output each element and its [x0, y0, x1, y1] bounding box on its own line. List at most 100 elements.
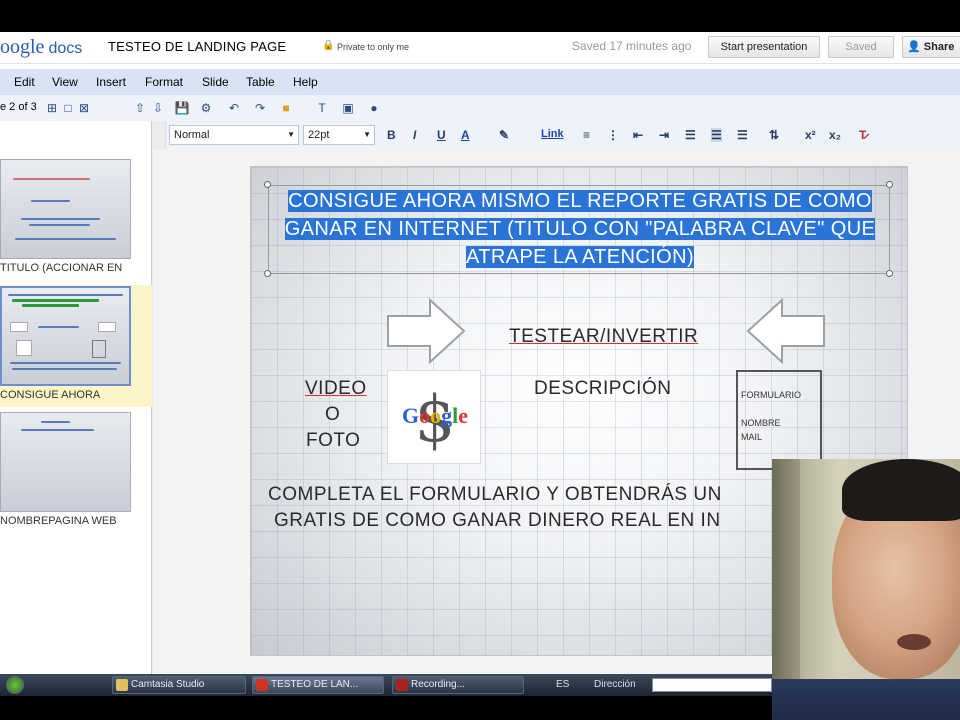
saved-status: Saved 17 minutes ago — [572, 39, 692, 53]
share-user-icon: 👤 — [907, 41, 921, 53]
testear-invertir-text[interactable]: TESTEAR/INVERTIR — [509, 326, 698, 348]
descripcion-text[interactable]: DESCRIPCIÓN — [534, 378, 671, 400]
underline-icon[interactable]: U — [437, 128, 446, 142]
form-nombre-label: NOMBRE — [741, 418, 781, 428]
logo-google-text: oogle — [0, 36, 45, 58]
slide-thumbnail-panel: TITULO (ACCIONAR EN CONSIGUE AHORA NOMBR… — [0, 121, 152, 696]
language-indicator[interactable]: ES — [556, 679, 569, 690]
share-label: Share — [923, 41, 955, 53]
font-size-value: 22pt — [308, 129, 330, 141]
webcam-person-shirt — [772, 679, 960, 720]
thumbnail-preview — [0, 159, 131, 259]
print-icon[interactable]: ⚙ — [198, 100, 214, 116]
increase-indent-icon[interactable]: ⇥ — [659, 128, 669, 142]
save-icon[interactable]: 💾 — [174, 100, 190, 116]
menu-view[interactable]: View — [52, 75, 78, 89]
move-up-icon[interactable]: ⇧ — [132, 100, 148, 116]
menu-slide[interactable]: Slide — [202, 75, 229, 89]
logo-docs-text: docs — [48, 40, 83, 57]
form-mail-label: MAIL — [741, 432, 763, 442]
taskbar-recording-label: Recording... — [411, 679, 465, 690]
webcam-person-hair — [842, 459, 960, 521]
italic-icon[interactable]: I — [413, 128, 416, 142]
saved-button[interactable]: Saved — [828, 36, 894, 58]
taskbar-testeo-label: TESTEO DE LAN... — [271, 679, 359, 690]
foto-text[interactable]: FOTO — [306, 430, 360, 452]
decrease-indent-icon[interactable]: ⇤ — [633, 128, 643, 142]
delete-slide-icon[interactable]: ⊠ — [76, 100, 92, 116]
menu-bar: Edit View Insert Format Slide Table Help — [0, 69, 960, 95]
share-button[interactable]: 👤 Share — [902, 36, 960, 58]
clear-format-icon[interactable]: T̷ — [859, 128, 866, 142]
bold-icon[interactable]: B — [387, 128, 396, 142]
webcam-person-mouth — [897, 634, 931, 650]
theme-icon[interactable]: ■ — [278, 100, 294, 116]
thumbnail-preview — [0, 412, 131, 512]
text-color-icon[interactable]: A — [461, 128, 470, 142]
resize-handle[interactable] — [264, 181, 271, 188]
add-slide-icon[interactable]: ⊞ — [44, 100, 60, 116]
menu-format[interactable]: Format — [145, 75, 183, 89]
format-toolbar: Normal ▼ 22pt ▼ B I U A ✎ Link ≡ ⋮ ⇤ ⇥ ☰ ☰… — [165, 121, 960, 149]
slide-toolbar: e 2 of 3 ⊞ □ ⊠ ⇧ ⇩ 💾 ⚙ ↶ ↷ ■ T ▣ ● — [0, 95, 960, 121]
highlight-icon[interactable]: ✎ — [499, 128, 509, 142]
duplicate-slide-icon[interactable]: □ — [60, 100, 76, 116]
align-right-icon[interactable]: ☰ — [737, 128, 748, 142]
menu-help[interactable]: Help — [293, 75, 318, 89]
thumbnail-label: TITULO (ACCIONAR EN — [0, 262, 123, 274]
slide-title[interactable]: CONSIGUE AHORA MISMO EL REPORTE GRATIS D… — [272, 187, 888, 271]
insert-image-icon[interactable]: ▣ — [340, 100, 356, 116]
resize-handle[interactable] — [264, 270, 271, 277]
right-arrow-shape[interactable] — [386, 298, 466, 364]
menu-edit[interactable]: Edit — [14, 75, 35, 89]
menu-table[interactable]: Table — [246, 75, 275, 89]
google-docs-logo[interactable]: oogle docs — [0, 36, 82, 59]
privacy-label[interactable]: Private to only me — [337, 42, 409, 52]
align-center-icon[interactable]: ☰ — [711, 128, 722, 142]
form-title: FORMULARIO — [741, 390, 802, 400]
chevron-down-icon: ▼ — [287, 130, 295, 139]
chevron-down-icon: ▼ — [363, 130, 371, 139]
slide-title-selected-text: CONSIGUE AHORA MISMO EL REPORTE GRATIS D… — [284, 190, 876, 268]
browser-icon — [256, 679, 268, 691]
start-presentation-button[interactable]: Start presentation — [708, 36, 820, 58]
resize-handle[interactable] — [886, 270, 893, 277]
slide-counter: e 2 of 3 — [0, 101, 37, 113]
line-spacing-icon[interactable]: ⇅ — [769, 128, 779, 142]
paragraph-style-select[interactable]: Normal ▼ — [169, 125, 299, 145]
o-text[interactable]: O — [325, 404, 340, 426]
align-left-icon[interactable]: ☰ — [685, 128, 696, 142]
taskbar-camtasia-label: Camtasia Studio — [131, 679, 205, 690]
taskbar-testeo[interactable]: TESTEO DE LAN... — [252, 676, 384, 694]
start-button[interactable] — [6, 676, 24, 694]
numbered-list-icon[interactable]: ≡ — [583, 128, 590, 142]
undo-icon[interactable]: ↶ — [226, 100, 242, 116]
google-dollar-image[interactable]: $ Google — [387, 370, 481, 464]
docs-header: oogle docs TESTEO DE LANDING PAGE 🔒 Priva… — [0, 32, 960, 64]
video-text[interactable]: VIDEO — [305, 378, 367, 400]
superscript-icon[interactable]: x² — [805, 128, 816, 142]
text-box-icon[interactable]: T — [314, 100, 330, 116]
address-toolbar[interactable]: Dirección — [594, 679, 636, 690]
thumbnail-preview — [0, 286, 131, 386]
bulleted-list-icon[interactable]: ⋮ — [607, 128, 619, 142]
folder-icon — [116, 679, 128, 691]
taskbar-recording[interactable]: Recording... — [392, 676, 524, 694]
google-dollar-logo-icon: $ Google — [402, 383, 468, 457]
link-button[interactable]: Link — [541, 128, 564, 140]
left-arrow-shape[interactable] — [746, 298, 826, 364]
redo-icon[interactable]: ↷ — [252, 100, 268, 116]
menu-insert[interactable]: Insert — [96, 75, 126, 89]
thumbnail-label: CONSIGUE AHORA — [0, 389, 101, 401]
shape-icon[interactable]: ● — [366, 100, 382, 116]
subscript-icon[interactable]: x₂ — [829, 128, 841, 142]
taskbar-camtasia[interactable]: Camtasia Studio — [112, 676, 246, 694]
completa-text-line1[interactable]: COMPLETA EL FORMULARIO Y OBTENDRÁS UN — [268, 484, 722, 506]
move-down-icon[interactable]: ⇩ — [150, 100, 166, 116]
font-size-select[interactable]: 22pt ▼ — [303, 125, 375, 145]
form-box[interactable]: FORMULARIO NOMBRE MAIL — [736, 370, 822, 470]
address-input[interactable] — [652, 678, 772, 692]
completa-text-line2[interactable]: GRATIS DE COMO GANAR DINERO REAL EN IN — [274, 510, 721, 532]
paragraph-style-value: Normal — [174, 129, 210, 141]
document-title[interactable]: TESTEO DE LANDING PAGE — [108, 39, 286, 54]
